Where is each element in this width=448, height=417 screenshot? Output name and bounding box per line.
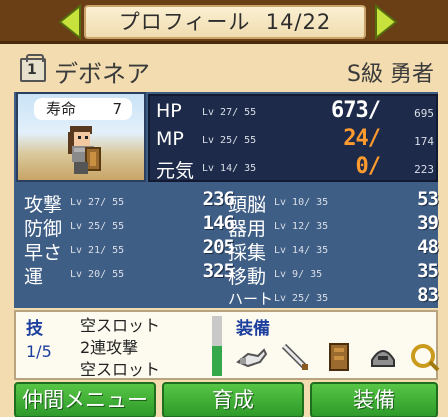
stat-level: Lv 21/ 55 bbox=[70, 245, 125, 256]
stat-value: 39 bbox=[417, 212, 439, 234]
vital-name: HP bbox=[156, 100, 182, 122]
stat-level: Lv 27/ 55 bbox=[70, 197, 125, 208]
stat-level: Lv 10/ 35 bbox=[274, 197, 329, 208]
stat-name: 早さ bbox=[24, 242, 63, 264]
stat-row-speed: 早さ Lv 21/ 55 205 bbox=[24, 236, 235, 264]
vitals-box: HP Lv 27/ 55 673/ 695 MP Lv 25/ 55 24/ 1… bbox=[148, 94, 438, 182]
stat-name: 器用 bbox=[228, 218, 267, 240]
stat-value: 83 bbox=[417, 284, 439, 306]
equipment-label: 装備 bbox=[236, 319, 270, 339]
vital-level: Lv 25/ 55 bbox=[202, 135, 257, 146]
stat-level: Lv 25/ 35 bbox=[274, 293, 329, 304]
stat-name: 運 bbox=[24, 266, 44, 288]
party-menu-button[interactable]: 仲間メニュー bbox=[14, 382, 156, 417]
vital-level: Lv 14/ 35 bbox=[202, 163, 257, 174]
vital-level: Lv 27/ 55 bbox=[202, 107, 257, 118]
helmet-icon[interactable] bbox=[366, 340, 400, 374]
left-arrow-icon[interactable] bbox=[56, 3, 84, 41]
stat-level: Lv 20/ 55 bbox=[70, 269, 125, 280]
page-title: プロフィール 14/22 bbox=[84, 5, 366, 39]
lifespan-label: 寿命 bbox=[46, 100, 77, 118]
stat-name: 採集 bbox=[228, 242, 267, 264]
train-button[interactable]: 育成 bbox=[162, 382, 304, 417]
stat-row-movement: 移動 Lv 9/ 35 35 bbox=[228, 260, 439, 288]
name-row: 1 デボネア S級 勇者 bbox=[0, 50, 448, 88]
vital-max: 223 bbox=[414, 163, 434, 176]
skill-slot[interactable]: 空スロット bbox=[80, 312, 160, 336]
stat-row-gathering: 採集 Lv 14/ 35 48 bbox=[228, 236, 439, 264]
hero-sprite-icon bbox=[68, 126, 101, 174]
stat-name: 防御 bbox=[24, 218, 63, 240]
ring-icon[interactable] bbox=[408, 340, 442, 374]
vital-value: 0/ bbox=[355, 154, 381, 179]
skill-slot[interactable]: 2連攻撃 bbox=[80, 334, 138, 358]
vital-row: HP Lv 27/ 55 673/ 695 bbox=[150, 98, 440, 126]
skills-equipment-box: 技 1/5 空スロット 2連攻撃 空スロット 装備 bbox=[14, 310, 440, 380]
stat-row-brain: 頭脳 Lv 10/ 35 53 bbox=[228, 188, 439, 216]
stat-level: Lv 12/ 35 bbox=[274, 221, 329, 232]
stat-level: Lv 9/ 35 bbox=[274, 269, 323, 280]
vital-row: MP Lv 25/ 55 24/ 174 bbox=[150, 126, 440, 154]
stat-level: Lv 25/ 55 bbox=[70, 221, 125, 232]
vital-max: 174 bbox=[414, 135, 434, 148]
character-rank: S級 勇者 bbox=[347, 62, 434, 87]
stat-name: 頭脳 bbox=[228, 194, 267, 216]
portrait-box: 寿命 7 bbox=[16, 92, 146, 182]
skills-count: 1/5 bbox=[26, 342, 52, 361]
page-counter: 14/22 bbox=[265, 10, 332, 34]
bottom-button-bar: 仲間メニュー 育成 装備 bbox=[0, 380, 448, 417]
vital-row: 元気 Lv 14/ 35 0/ 223 bbox=[150, 154, 440, 182]
stat-value: 35 bbox=[417, 260, 439, 282]
weapon-glove-icon[interactable] bbox=[234, 340, 268, 374]
title-bar: プロフィール 14/22 bbox=[0, 0, 448, 44]
vital-value: 24/ bbox=[343, 126, 381, 151]
equip-button[interactable]: 装備 bbox=[310, 382, 438, 417]
stat-row-luck: 運 Lv 20/ 55 325 bbox=[24, 260, 235, 288]
stat-value: 53 bbox=[417, 188, 439, 210]
skill-slot[interactable]: 空スロット bbox=[80, 356, 160, 380]
stat-row-dexterity: 器用 Lv 12/ 35 39 bbox=[228, 212, 439, 240]
stat-row-heart: ハート Lv 25/ 35 83 bbox=[228, 284, 439, 308]
stat-name: 移動 bbox=[228, 266, 267, 288]
stat-row-defense: 防御 Lv 25/ 55 146 bbox=[24, 212, 235, 240]
job-badge-icon: 1 bbox=[20, 54, 46, 82]
stat-level: Lv 14/ 35 bbox=[274, 245, 329, 256]
vital-name: MP bbox=[156, 128, 184, 150]
armor-icon[interactable] bbox=[322, 340, 356, 374]
vital-value: 673/ bbox=[331, 98, 381, 123]
sword-icon[interactable] bbox=[278, 340, 312, 374]
lifespan-value: 7 bbox=[112, 100, 122, 118]
stat-value: 48 bbox=[417, 236, 439, 258]
character-name: デボネア bbox=[54, 60, 150, 88]
stat-name: 攻撃 bbox=[24, 194, 63, 216]
page-title-text: プロフィール bbox=[118, 10, 251, 34]
right-arrow-icon[interactable] bbox=[372, 3, 400, 41]
vital-max: 695 bbox=[414, 107, 434, 120]
skills-label: 技 bbox=[26, 319, 43, 339]
vital-name: 元気 bbox=[156, 160, 195, 182]
lifespan-badge: 寿命 7 bbox=[34, 98, 132, 120]
skill-gauge-fill bbox=[212, 346, 222, 376]
stat-name: ハート bbox=[228, 290, 274, 308]
stat-row-attack: 攻撃 Lv 27/ 55 236 bbox=[24, 188, 235, 216]
